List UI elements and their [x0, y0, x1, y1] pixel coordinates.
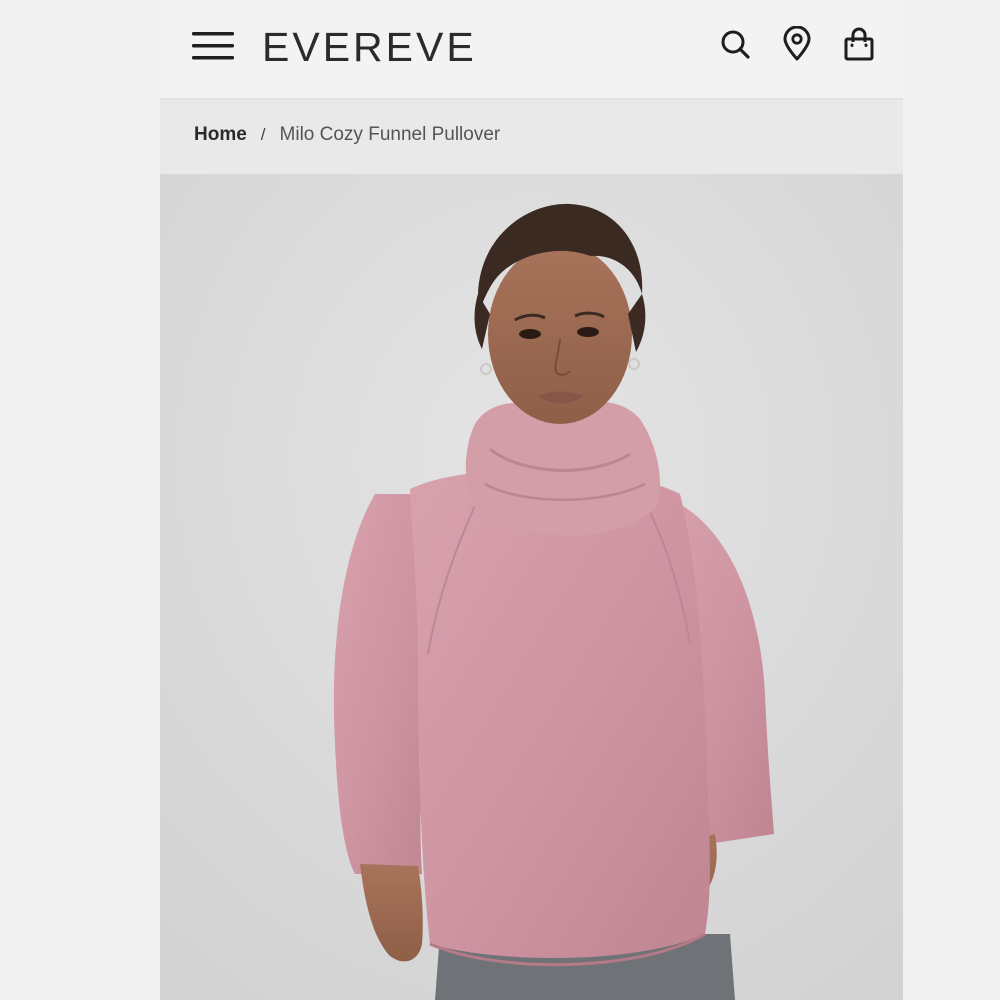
header-actions	[719, 26, 875, 66]
breadcrumb-separator: /	[260, 125, 266, 144]
breadcrumb-bar: Home / Milo Cozy Funnel Pullover	[160, 100, 903, 174]
location-pin-icon[interactable]	[781, 26, 813, 62]
site-header: EVEREVE	[160, 0, 903, 100]
brand-logo[interactable]: EVEREVE	[262, 23, 477, 71]
breadcrumb: Home / Milo Cozy Funnel Pullover	[194, 124, 500, 146]
breadcrumb-home-link[interactable]: Home	[194, 124, 247, 146]
breadcrumb-current-page: Milo Cozy Funnel Pullover	[279, 124, 501, 145]
hamburger-menu-icon[interactable]	[192, 28, 236, 64]
product-photo[interactable]	[160, 174, 903, 1000]
search-icon[interactable]	[719, 26, 751, 62]
product-photo-illustration	[160, 174, 903, 1000]
mobile-viewport: EVEREVE Home / Milo Cozy Funnel Pullover	[160, 0, 903, 1000]
page: EVEREVE Home / Milo Cozy Funnel Pullover	[0, 0, 1000, 1000]
shopping-bag-icon[interactable]	[843, 26, 875, 62]
